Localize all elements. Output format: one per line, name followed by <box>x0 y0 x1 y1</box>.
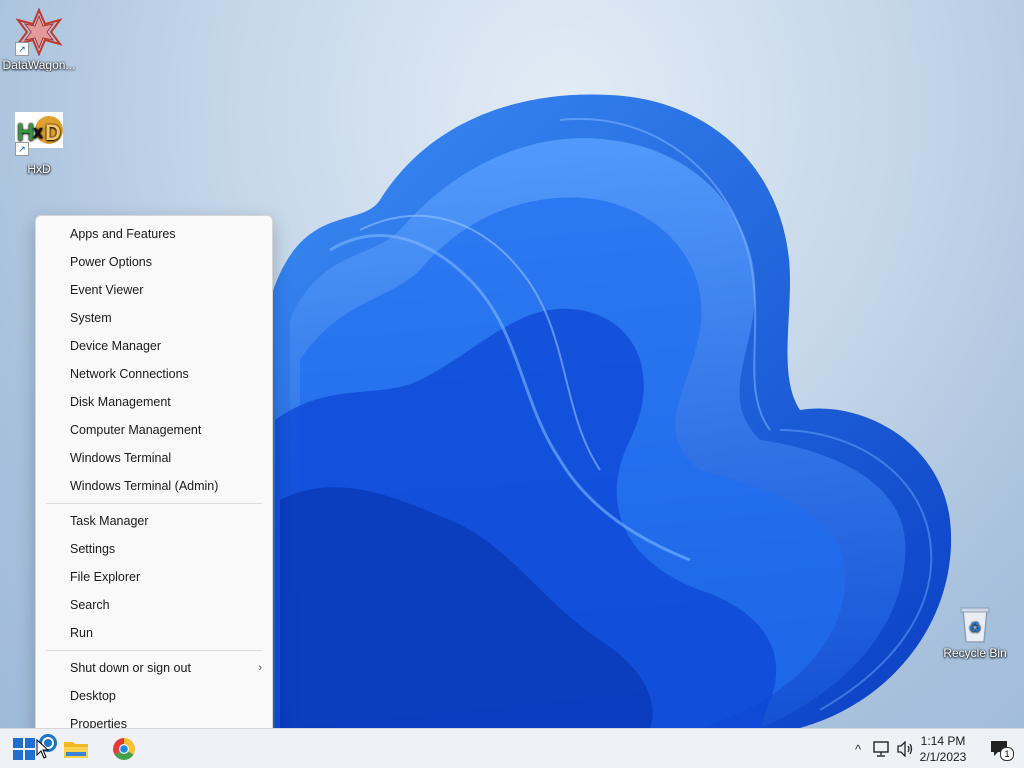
volume-button[interactable] <box>896 739 916 759</box>
clock-time: 1:14 PM <box>920 734 966 748</box>
menu-item-shut-down-or-sign-out[interactable]: Shut down or sign out › <box>36 654 272 682</box>
desktop-icon-recycle-bin[interactable]: ♻ Recycle Bin <box>937 604 1013 660</box>
menu-separator <box>46 650 262 651</box>
chevron-right-icon: › <box>258 662 262 674</box>
svg-text:D: D <box>45 120 61 145</box>
menu-item-network-connections[interactable]: Network Connections <box>36 360 272 388</box>
hxd-icon: H x D ↗ <box>15 112 63 160</box>
chevron-up-icon: ^ <box>854 741 862 757</box>
winx-context-menu: Apps and Features Power Options Event Vi… <box>35 215 273 741</box>
desktop-icon-label: HxD <box>27 162 51 176</box>
menu-item-power-options[interactable]: Power Options <box>36 248 272 276</box>
svg-text:x: x <box>33 122 43 142</box>
speaker-icon <box>897 741 913 757</box>
tray-overflow-button[interactable]: ^ <box>848 739 868 759</box>
menu-item-windows-terminal-admin[interactable]: Windows Terminal (Admin) <box>36 472 272 500</box>
menu-item-disk-management[interactable]: Disk Management <box>36 388 272 416</box>
windows-start-icon <box>13 738 35 760</box>
taskbar: ^ 1:14 PM 2/1/2023 1 <box>0 728 1024 768</box>
chrome-icon <box>113 738 135 760</box>
menu-item-computer-management[interactable]: Computer Management <box>36 416 272 444</box>
file-explorer-button[interactable] <box>60 733 92 765</box>
menu-item-desktop[interactable]: Desktop <box>36 682 272 710</box>
desktop-icon-datawagon[interactable]: ↗ DataWagon... <box>1 7 77 72</box>
menu-item-search[interactable]: Search <box>36 591 272 619</box>
menu-item-file-explorer[interactable]: File Explorer <box>36 563 272 591</box>
menu-item-apps-and-features[interactable]: Apps and Features <box>36 220 272 248</box>
chrome-button[interactable] <box>108 733 140 765</box>
file-explorer-icon <box>64 742 88 758</box>
menu-item-run[interactable]: Run <box>36 619 272 647</box>
menu-item-event-viewer[interactable]: Event Viewer <box>36 276 272 304</box>
mouse-cursor <box>36 739 50 759</box>
notification-center-button[interactable]: 1 <box>990 739 1014 761</box>
menu-item-device-manager[interactable]: Device Manager <box>36 332 272 360</box>
desktop-icon-hxd[interactable]: H x D ↗ HxD <box>1 112 77 176</box>
menu-item-task-manager[interactable]: Task Manager <box>36 507 272 535</box>
menu-item-system[interactable]: System <box>36 304 272 332</box>
menu-item-settings[interactable]: Settings <box>36 535 272 563</box>
desktop-icon-label: Recycle Bin <box>943 646 1007 660</box>
menu-item-label: Shut down or sign out <box>70 661 191 675</box>
svg-text:♻: ♻ <box>969 620 982 636</box>
desktop-icon-label: DataWagon... <box>2 58 76 72</box>
datawagon-icon: ↗ <box>15 7 63 57</box>
menu-separator <box>46 503 262 504</box>
network-icon <box>873 741 889 757</box>
clock[interactable]: 1:14 PM 2/1/2023 <box>914 733 972 765</box>
notification-count-badge: 1 <box>1000 747 1014 761</box>
shortcut-arrow-icon: ↗ <box>15 142 29 156</box>
shortcut-arrow-icon: ↗ <box>15 42 29 56</box>
recycle-bin-icon: ♻ <box>955 604 995 644</box>
menu-item-windows-terminal[interactable]: Windows Terminal <box>36 444 272 472</box>
network-button[interactable] <box>872 739 892 759</box>
clock-date: 2/1/2023 <box>919 750 967 764</box>
